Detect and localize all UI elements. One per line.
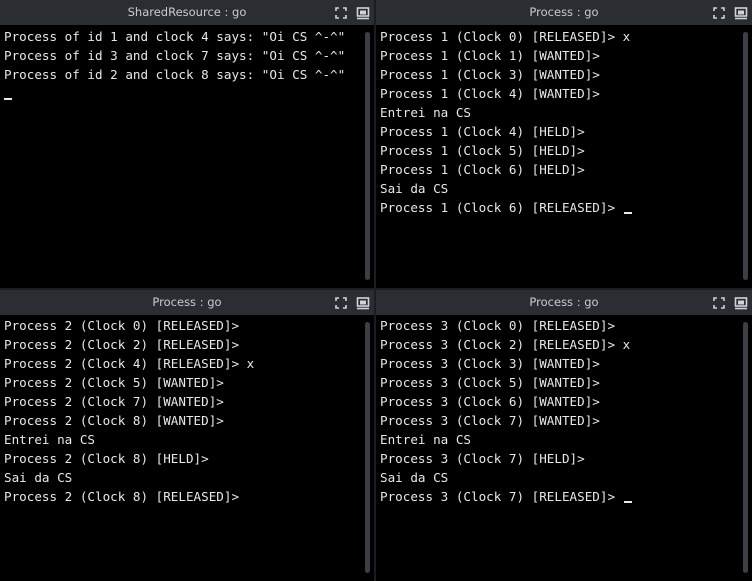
pane-title: SharedResource : go [127,5,247,19]
terminal-line: Entrei na CS [380,105,471,120]
terminal-prompt-line: Process 3 (Clock 7) [RELEASED]> [380,487,734,506]
maximize-icon[interactable] [334,6,348,20]
terminal-line: Entrei na CS [4,432,95,447]
pane-title: Process : go [529,5,599,19]
terminal-line: Process 1 (Clock 1) [WANTED]> [380,48,600,63]
terminal-output[interactable]: Process of id 1 and clock 4 says: "Oi CS… [4,27,356,288]
pane-title: Process : go [529,295,599,309]
scrollbar[interactable] [365,322,370,573]
terminal-line: Process 2 (Clock 8) [RELEASED]> [4,489,240,504]
terminal-line: Process 3 (Clock 0) [RELEASED]> [380,318,616,333]
terminal-line: Process 1 (Clock 4) [WANTED]> [380,86,600,101]
terminal-line: Process 1 (Clock 0) [RELEASED]> x [380,29,631,44]
split-view-icon[interactable] [356,6,370,20]
pane-titlebar[interactable]: SharedResource : go [0,0,374,25]
terminal-pane-shared-resource[interactable]: SharedResource : go Process of id 1 and … [0,0,374,288]
pane-titlebar[interactable]: Process : go [376,290,752,315]
terminal-line: Process 2 (Clock 2) [RELEASED]> [4,337,240,352]
terminal-line: Process of id 2 and clock 8 says: "Oi CS… [4,67,346,82]
terminal-line: Process 1 (Clock 5) [HELD]> [380,143,585,158]
scrollbar[interactable] [365,32,370,280]
terminal-line: Sai da CS [380,181,449,196]
split-view-icon[interactable] [734,296,748,310]
maximize-icon[interactable] [712,6,726,20]
terminal-pane-process-1[interactable]: Process : go Process 1 (Clock 0) [RELEAS… [376,0,752,288]
terminal-output[interactable]: Process 3 (Clock 0) [RELEASED]> Process … [380,316,734,581]
terminal-line: Process 1 (Clock 6) [HELD]> [380,162,585,177]
terminal-line: Process 2 (Clock 8) [HELD]> [4,451,209,466]
terminal-line: Process 3 (Clock 6) [WANTED]> [380,394,600,409]
pane-title: Process : go [152,295,222,309]
terminal-line: Process of id 1 and clock 4 says: "Oi CS… [4,29,346,44]
maximize-icon[interactable] [712,296,726,310]
terminal-line: Entrei na CS [380,432,471,447]
terminal-line: Process 2 (Clock 4) [RELEASED]> x [4,356,255,371]
text-cursor [4,98,12,100]
terminal-line: Process 3 (Clock 2) [RELEASED]> x [380,337,631,352]
terminal-prompt-line [4,84,356,103]
terminal-line: Process 2 (Clock 0) [RELEASED]> [4,318,240,333]
terminal-line: Process 1 (Clock 3) [WANTED]> [380,67,600,82]
terminal-line: Process of id 3 and clock 7 says: "Oi CS… [4,48,346,63]
terminal-line: Sai da CS [4,470,73,485]
pane-titlebar[interactable]: Process : go [0,290,374,315]
split-view-icon[interactable] [734,6,748,20]
scrollbar[interactable] [743,322,748,573]
terminal-line: Process 3 (Clock 3) [WANTED]> [380,356,600,371]
terminal-line: Process 2 (Clock 7) [WANTED]> [4,394,224,409]
terminal-line: Process 2 (Clock 5) [WANTED]> [4,375,224,390]
terminal-pane-process-3[interactable]: Process : go Process 3 (Clock 0) [RELEAS… [376,290,752,581]
terminal-line: Process 3 (Clock 5) [WANTED]> [380,375,600,390]
split-view-icon[interactable] [356,296,370,310]
scrollbar[interactable] [743,32,748,280]
pane-titlebar[interactable]: Process : go [376,0,752,25]
terminal-line: Process 3 (Clock 7) [HELD]> [380,451,585,466]
terminal-prompt-line: Process 1 (Clock 6) [RELEASED]> [380,198,734,217]
terminal-output[interactable]: Process 1 (Clock 0) [RELEASED]> x Proces… [380,27,734,288]
terminal-line: Process 1 (Clock 4) [HELD]> [380,124,585,139]
text-cursor [623,501,632,503]
terminal-pane-process-2[interactable]: Process : go Process 2 (Clock 0) [RELEAS… [0,290,374,581]
terminal-line: Process 3 (Clock 7) [WANTED]> [380,413,600,428]
text-cursor [623,212,632,214]
terminal-line: Process 2 (Clock 8) [WANTED]> [4,413,224,428]
terminal-output[interactable]: Process 2 (Clock 0) [RELEASED]> Process … [4,316,356,581]
maximize-icon[interactable] [334,296,348,310]
terminal-line: Sai da CS [380,470,449,485]
